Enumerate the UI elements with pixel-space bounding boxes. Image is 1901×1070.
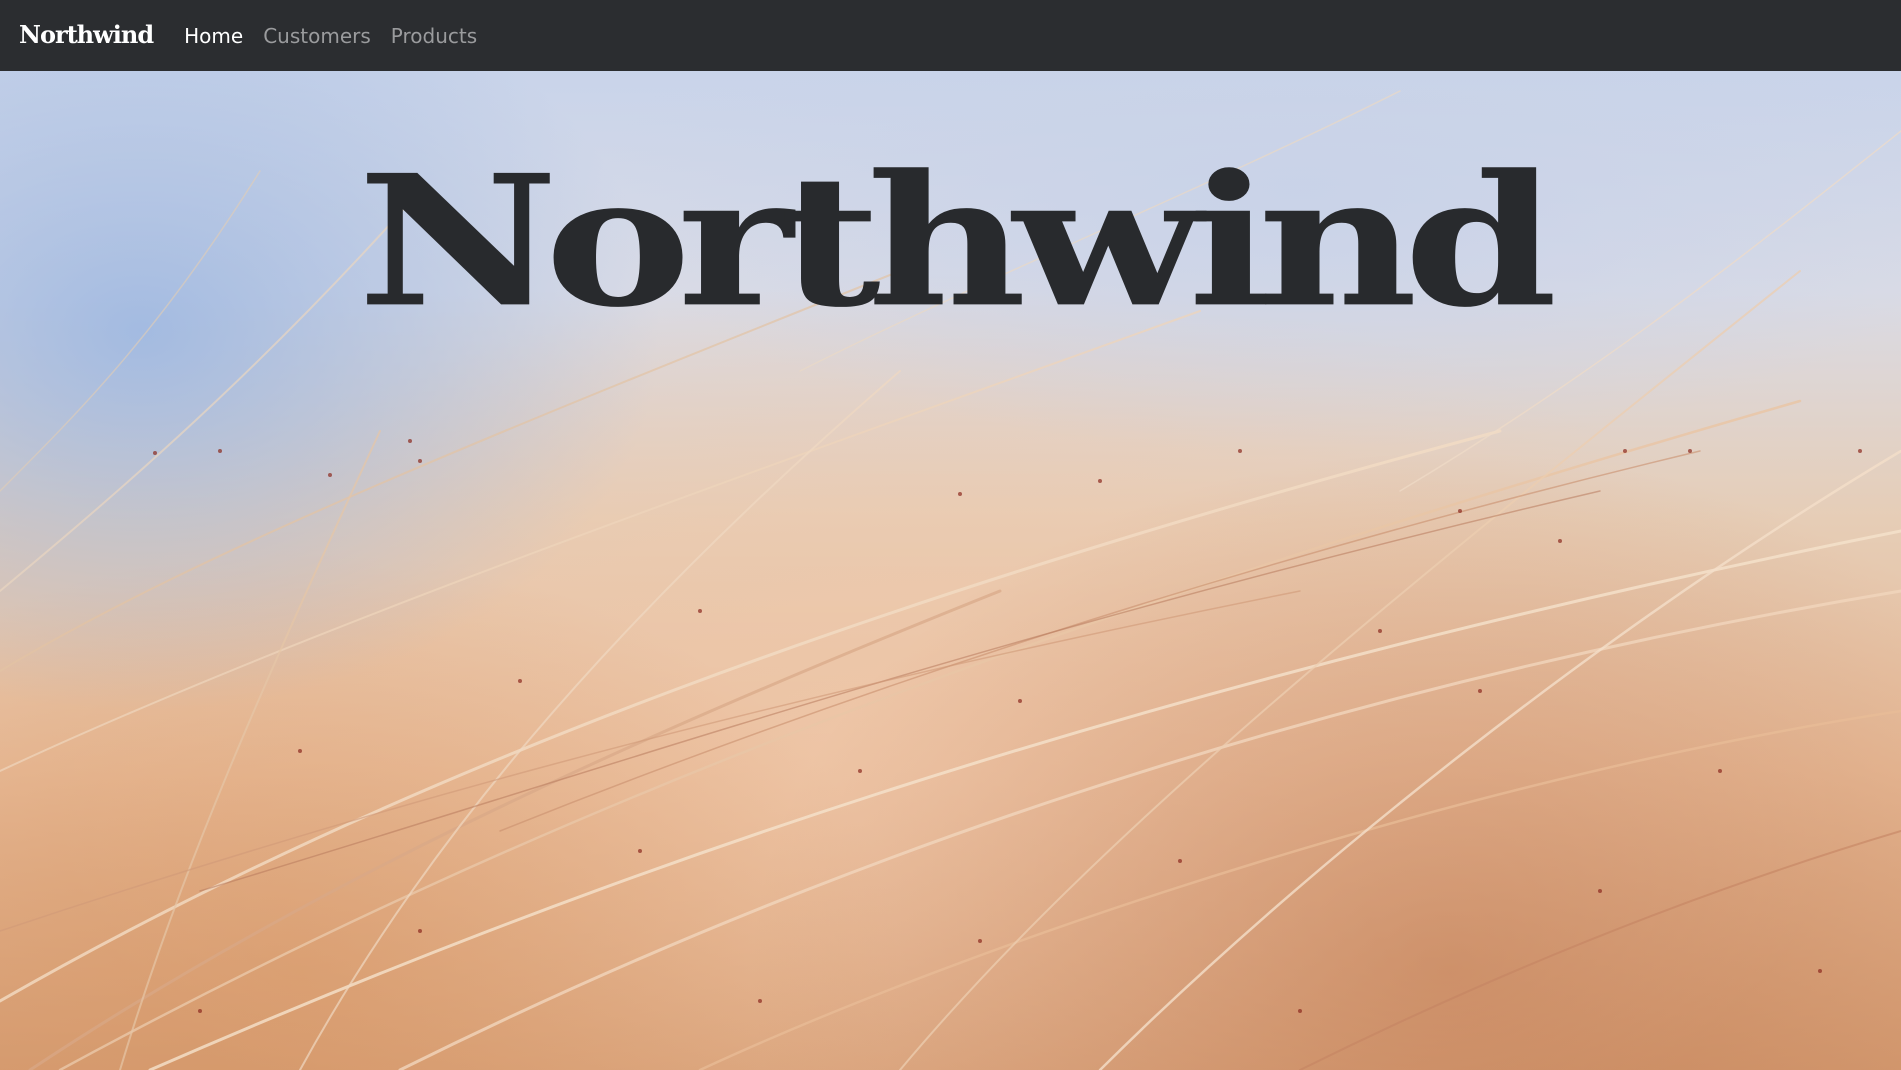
nav-link-home[interactable]: Home [184, 24, 243, 48]
brand-logo-link[interactable]: Northwind [19, 20, 154, 49]
nav-link-customers[interactable]: Customers [263, 24, 371, 48]
hero-title: Northwind [357, 134, 1557, 347]
top-navbar: Northwind Home Customers Products [0, 0, 1901, 71]
nav-link-products[interactable]: Products [391, 24, 477, 48]
hero-banner: Northwind [0, 71, 1901, 1070]
